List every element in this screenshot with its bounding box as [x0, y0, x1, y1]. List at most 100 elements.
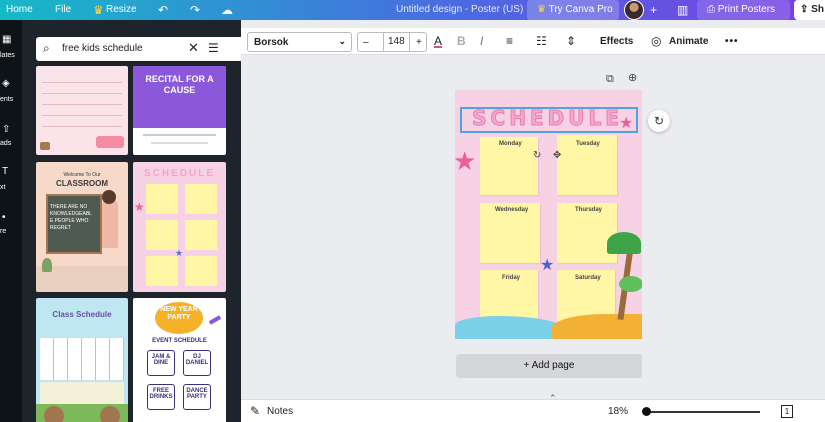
list-icon[interactable]: ☷: [536, 34, 547, 48]
day-monday: Monday: [499, 141, 522, 147]
avatar[interactable]: [624, 0, 644, 20]
align-icon[interactable]: ≡: [506, 34, 513, 48]
share-button[interactable]: ⇪ Sh: [794, 0, 825, 20]
decrease-size-button[interactable]: –: [363, 37, 369, 48]
rail-label-templates: lates: [0, 52, 15, 59]
crown-icon: ♛: [537, 4, 546, 15]
star-icon: ★: [175, 248, 184, 258]
templates-icon: ▦: [2, 34, 12, 45]
classroom-line-2: KNOWLEDGEABL: [50, 211, 92, 217]
classroom-welcome: Welcome To Our: [63, 172, 101, 178]
template-panel: ⌕ free kids schedule ✕ ☰ RECITAL FOR A C…: [22, 20, 241, 422]
classroom-line-3: E PEOPLE WHO: [50, 218, 89, 224]
increase-size-button[interactable]: +: [416, 37, 422, 48]
add-icon[interactable]: ⊕: [628, 72, 637, 84]
close-icon[interactable]: ✕: [188, 41, 199, 55]
event-jam: JAM & DINE: [147, 350, 175, 376]
cloud-icon[interactable]: ☁: [221, 3, 233, 17]
new-year-title: NEW YEAR PARTY: [160, 306, 198, 321]
star-icon: ★: [134, 200, 145, 214]
template-thumb-classroom[interactable]: Welcome To Our CLASSROOM THERE ARE NO KN…: [36, 162, 128, 292]
italic-button[interactable]: I: [480, 34, 483, 48]
notes-button[interactable]: Notes: [267, 406, 293, 417]
home-menu[interactable]: Home: [6, 4, 33, 16]
rail-label-text: xt: [0, 184, 6, 191]
share-label: Sh: [811, 4, 824, 15]
template-thumb-new-year[interactable]: NEW YEAR PARTY EVENT SCHEDULE JAM & DINE…: [133, 298, 226, 422]
effects-button[interactable]: Effects: [600, 36, 633, 47]
crown-icon: ♛: [93, 3, 104, 17]
upload-icon: ⇧: [2, 124, 11, 135]
event-drinks: FREE DRINKS: [147, 384, 175, 410]
search-value: free kids schedule: [62, 43, 143, 54]
top-menu-bar: Home File ♛ Resize ↶ ↷ ☁ Untitled design…: [0, 0, 825, 20]
chart-icon[interactable]: ▥: [677, 3, 688, 17]
template-thumb-class-schedule[interactable]: Class Schedule: [36, 298, 128, 422]
text-icon: T: [2, 166, 9, 177]
move-icon[interactable]: ✥: [553, 150, 561, 162]
animate-button[interactable]: Animate: [669, 36, 708, 47]
recital-title: RECITAL FOR A CAUSE: [145, 74, 214, 95]
event-schedule-sub: EVENT SCHEDULE: [152, 338, 207, 344]
chevron-down-icon: ⌄: [338, 36, 346, 46]
template-thumb-schedule[interactable]: SCHEDULE ★ ★: [133, 162, 226, 292]
text-toolbar: Borsok ⌄ – 148 + A B I ≡ ☷ ⇕ Effects ◎ A…: [241, 28, 825, 55]
day-thursday: Thursday: [575, 207, 603, 213]
rail-label-elements: ents: [0, 96, 14, 103]
resize-button[interactable]: Resize: [106, 4, 137, 16]
page-number[interactable]: 1: [781, 405, 793, 418]
regenerate-icon[interactable]: ↻: [648, 110, 670, 132]
add-page-button[interactable]: + Add page: [456, 354, 642, 378]
copy-icon[interactable]: ⧉: [606, 73, 614, 85]
template-thumb-recital[interactable]: RECITAL FOR A CAUSE: [133, 66, 226, 155]
bottom-bar: ✎ Notes ⌃ 18% 1: [241, 393, 825, 422]
classroom-title: CLASSROOM: [56, 179, 108, 188]
zoom-level[interactable]: 18%: [608, 406, 628, 417]
zoom-slider[interactable]: [646, 411, 760, 413]
notes-icon[interactable]: ✎: [250, 404, 260, 418]
font-size-stepper[interactable]: – 148 +: [357, 32, 427, 52]
day-friday: Friday: [502, 275, 521, 281]
more-options-button[interactable]: •••: [725, 36, 739, 47]
chevron-up-icon[interactable]: ⌃: [549, 393, 557, 404]
undo-icon[interactable]: ↶: [158, 3, 168, 17]
text-color-icon[interactable]: A: [434, 34, 442, 48]
try-canva-pro-button[interactable]: ♛ Try Canva Pro: [527, 0, 619, 20]
animate-icon: ◎: [651, 34, 662, 48]
day-wednesday: Wednesday: [495, 207, 529, 213]
classroom-line-4: REGRET: [50, 225, 71, 231]
class-schedule-title: Class Schedule: [52, 310, 112, 319]
font-size-value[interactable]: 148: [383, 33, 410, 51]
file-menu[interactable]: File: [55, 4, 71, 16]
elements-icon: ◈: [2, 78, 10, 89]
share-icon: ⇪: [800, 4, 809, 15]
rail-label-uploads: ads: [0, 140, 12, 147]
event-dance: DANCE PARTY: [183, 384, 211, 410]
day-tuesday: Tuesday: [576, 141, 600, 147]
day-saturday: Saturday: [575, 275, 601, 281]
rotate-icon[interactable]: ↻: [533, 150, 541, 162]
font-selector[interactable]: Borsok ⌄: [247, 32, 352, 52]
star-icon: ★: [540, 257, 555, 274]
star-icon: ★: [455, 146, 477, 176]
more-icon: •: [2, 212, 6, 223]
bold-button[interactable]: B: [457, 34, 466, 48]
search-input[interactable]: ⌕ free kids schedule ✕ ☰: [36, 37, 241, 61]
zoom-slider-handle[interactable]: [642, 407, 651, 416]
print-posters-button[interactable]: ⎙ Print Posters: [697, 0, 790, 20]
plus-icon[interactable]: +: [650, 3, 657, 17]
side-rail: ▦ lates ◈ ents ⇧ ads T xt • re: [0, 20, 22, 422]
try-pro-label: Try Canva Pro: [548, 4, 613, 15]
selection-box[interactable]: [460, 107, 638, 133]
rail-label-more: re: [0, 228, 7, 235]
search-icon: ⌕: [43, 41, 50, 55]
filter-icon[interactable]: ☰: [208, 41, 219, 55]
spacing-icon[interactable]: ⇕: [566, 34, 576, 48]
template-thumb-lined[interactable]: [36, 66, 128, 155]
document-title[interactable]: Untitled design - Poster (US): [396, 4, 523, 16]
print-icon: ⎙: [707, 4, 715, 15]
print-label: Print Posters: [717, 4, 776, 15]
redo-icon[interactable]: ↷: [190, 3, 200, 17]
classroom-line-1: THERE ARE NO: [50, 204, 88, 210]
thumb-schedule-title: SCHEDULE: [143, 168, 215, 179]
